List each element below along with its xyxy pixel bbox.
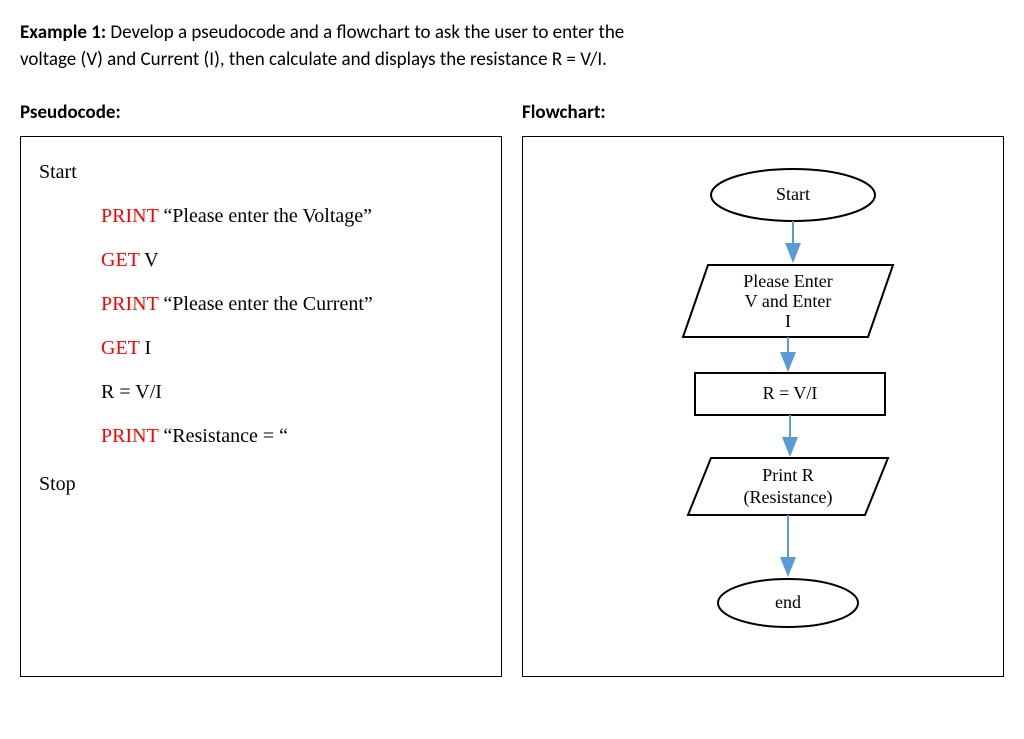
- pseudo-kw: PRINT: [101, 425, 158, 447]
- pseudo-text: V: [140, 249, 159, 271]
- flow-output-l1: Print R: [762, 465, 814, 485]
- pseudo-text: “Please enter the Current”: [158, 293, 372, 315]
- pseudocode-box: Start PRINT “Please enter the Voltage” G…: [20, 136, 502, 677]
- pseudo-text: “Please enter the Voltage”: [158, 205, 372, 227]
- flowchart-heading: Flowchart:: [522, 101, 1004, 124]
- flowchart-svg: Start Please Enter V and Enter I R = V/I…: [533, 155, 993, 660]
- prompt-text-1: Develop a pseudocode and a flowchart to …: [106, 21, 624, 44]
- pseudo-line-2: GET V: [101, 249, 483, 271]
- pseudo-line-4: GET I: [101, 337, 483, 359]
- pseudo-text: “Resistance = “: [158, 425, 288, 447]
- flow-start-text: Start: [776, 184, 810, 204]
- flow-output-l2: (Resistance): [744, 487, 833, 508]
- pseudo-start: Start: [39, 161, 483, 183]
- flow-end-text: end: [775, 592, 801, 612]
- pseudo-text: R = V/I: [101, 381, 162, 403]
- pseudo-kw: PRINT: [101, 293, 158, 315]
- pseudo-kw: GET: [101, 249, 140, 271]
- pseudocode-heading: Pseudocode:: [20, 101, 502, 124]
- example-label: Example 1:: [20, 21, 106, 44]
- pseudo-kw: PRINT: [101, 205, 158, 227]
- pseudo-line-5: R = V/I: [101, 381, 483, 403]
- pseudo-line-6: PRINT “Resistance = “: [101, 425, 483, 447]
- pseudo-stop: Stop: [39, 473, 483, 495]
- pseudo-line-1: PRINT “Please enter the Voltage”: [101, 205, 483, 227]
- flow-input-l3: I: [785, 311, 791, 331]
- flow-input-l2: V and Enter: [745, 291, 832, 311]
- flow-input-l1: Please Enter: [743, 271, 832, 291]
- pseudo-text: I: [140, 337, 152, 359]
- pseudo-line-3: PRINT “Please enter the Current”: [101, 293, 483, 315]
- flowchart-box: Start Please Enter V and Enter I R = V/I…: [522, 136, 1004, 677]
- flow-process-text: R = V/I: [763, 383, 818, 403]
- example-prompt: Example 1: Develop a pseudocode and a fl…: [20, 20, 1004, 73]
- prompt-text-2: voltage (V) and Current (I), then calcul…: [20, 48, 607, 71]
- pseudo-kw: GET: [101, 337, 140, 359]
